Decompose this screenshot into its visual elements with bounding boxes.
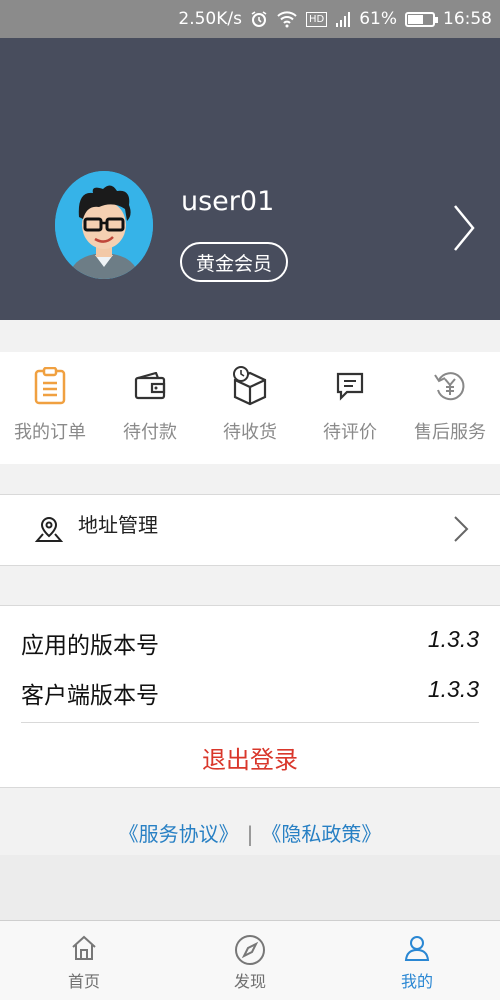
package-icon: [231, 366, 269, 406]
app-version-label: 应用的版本号: [21, 633, 159, 659]
wallet-icon: [134, 366, 166, 406]
battery-icon: [405, 11, 438, 27]
tab-label: 发现: [233, 972, 266, 991]
alarm-icon: [250, 10, 268, 28]
client-version-label: 客户端版本号: [21, 683, 159, 709]
location-pin-icon: [34, 515, 64, 549]
user-icon: [403, 934, 431, 966]
chevron-right-icon: [453, 515, 469, 547]
home-icon: [70, 934, 98, 966]
bottom-tab-bar: 首页 发现 我的: [0, 920, 500, 1000]
order-item-label: 待评价: [323, 422, 377, 443]
order-shortcuts: 我的订单 待付款 待收货 待评价 售后服务: [0, 352, 500, 464]
address-management-row[interactable]: 地址管理: [0, 494, 500, 566]
clock: 16:58: [443, 9, 492, 29]
tab-discover[interactable]: 发现: [200, 921, 300, 1000]
version-info-card: 应用的版本号 1.3.3 客户端版本号 1.3.3 退出登录: [0, 605, 500, 788]
service-agreement-link[interactable]: 《服务协议》: [119, 822, 239, 846]
link-separator: |: [246, 822, 254, 846]
order-item-pending-receipt[interactable]: 待收货: [200, 352, 300, 464]
privacy-policy-link[interactable]: 《隐私政策》: [261, 822, 381, 846]
divider: [21, 722, 479, 723]
member-badge: 黄金会员: [180, 242, 288, 282]
compass-icon: [234, 934, 266, 966]
signal-icon: [335, 10, 351, 28]
order-item-label: 售后服务: [414, 422, 486, 443]
avatar[interactable]: [55, 171, 153, 279]
legal-links: 《服务协议》 | 《隐私政策》: [0, 818, 500, 847]
battery-percent: 61%: [359, 9, 397, 29]
spacer-band: [0, 855, 500, 921]
clipboard-icon: [34, 366, 66, 406]
order-item-after-sales[interactable]: 售后服务: [400, 352, 500, 464]
app-version-value: 1.3.3: [427, 626, 479, 652]
wifi-icon: [276, 10, 298, 28]
tab-mine[interactable]: 我的: [367, 921, 467, 1000]
profile-header[interactable]: user01 黄金会员: [0, 38, 500, 320]
order-item-my-orders[interactable]: 我的订单: [0, 352, 100, 464]
logout-button[interactable]: 退出登录: [0, 740, 500, 775]
yen-refresh-icon: [433, 366, 467, 406]
username: user01: [181, 186, 275, 217]
tab-label: 我的: [400, 972, 433, 991]
order-item-pending-review[interactable]: 待评价: [300, 352, 400, 464]
hd-badge: HD: [305, 11, 328, 27]
tab-label: 首页: [67, 972, 100, 991]
order-item-label: 我的订单: [14, 422, 86, 443]
order-item-label: 待收货: [223, 422, 277, 443]
client-version-row: 客户端版本号 1.3.3: [21, 676, 479, 709]
chevron-right-icon[interactable]: [452, 203, 476, 257]
client-version-value: 1.3.3: [427, 676, 479, 702]
status-bar: 2.50K/s HD 61% 16:58: [0, 0, 500, 38]
comment-icon: [335, 366, 365, 406]
order-item-label: 待付款: [123, 422, 177, 443]
app-version-row: 应用的版本号 1.3.3: [21, 626, 479, 659]
order-item-pending-payment[interactable]: 待付款: [100, 352, 200, 464]
tab-home[interactable]: 首页: [34, 921, 134, 1000]
address-management-label: 地址管理: [78, 513, 158, 537]
network-speed: 2.50K/s: [178, 9, 242, 29]
